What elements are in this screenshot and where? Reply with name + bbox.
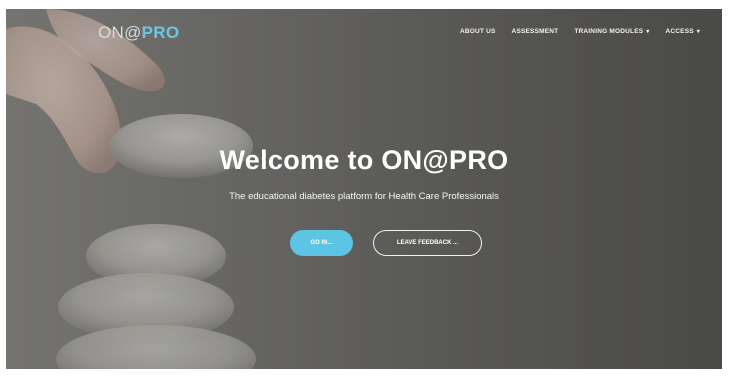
nav-item-about-us[interactable]: ABOUT US — [460, 28, 496, 35]
top-nav: ABOUT US ASSESSMENT TRAINING MODULES ▾ AC… — [460, 28, 700, 35]
nav-item-label: ACCESS — [665, 28, 694, 35]
caret-down-icon: ▾ — [696, 29, 700, 35]
nav-item-training-modules[interactable]: TRAINING MODULES ▾ — [574, 28, 649, 35]
hero-overlay — [6, 9, 722, 369]
go-in-button[interactable]: GO IN... — [290, 230, 353, 256]
hero-title: Welcome to ON@PRO — [219, 145, 509, 175]
nav-item-assessment[interactable]: ASSESSMENT — [512, 28, 559, 35]
brand-accent: PRO — [141, 23, 180, 42]
nav-item-label: ASSESSMENT — [511, 28, 559, 35]
nav-item-access[interactable]: ACCESS ▾ — [665, 28, 700, 35]
hero-section: ON@PRO ABOUT US ASSESSMENT TRAINING MODU… — [6, 9, 722, 369]
brand-prefix: ON@ — [98, 23, 142, 42]
nav-item-label: ABOUT US — [460, 28, 496, 35]
brand-logo[interactable]: ON@PRO — [98, 23, 179, 43]
caret-down-icon: ▾ — [646, 29, 650, 35]
hero-subtitle: The educational diabetes platform for He… — [229, 191, 499, 202]
leave-feedback-button[interactable]: LEAVE FEEDBACK ... — [373, 230, 482, 256]
nav-item-label: TRAINING MODULES — [574, 28, 644, 35]
